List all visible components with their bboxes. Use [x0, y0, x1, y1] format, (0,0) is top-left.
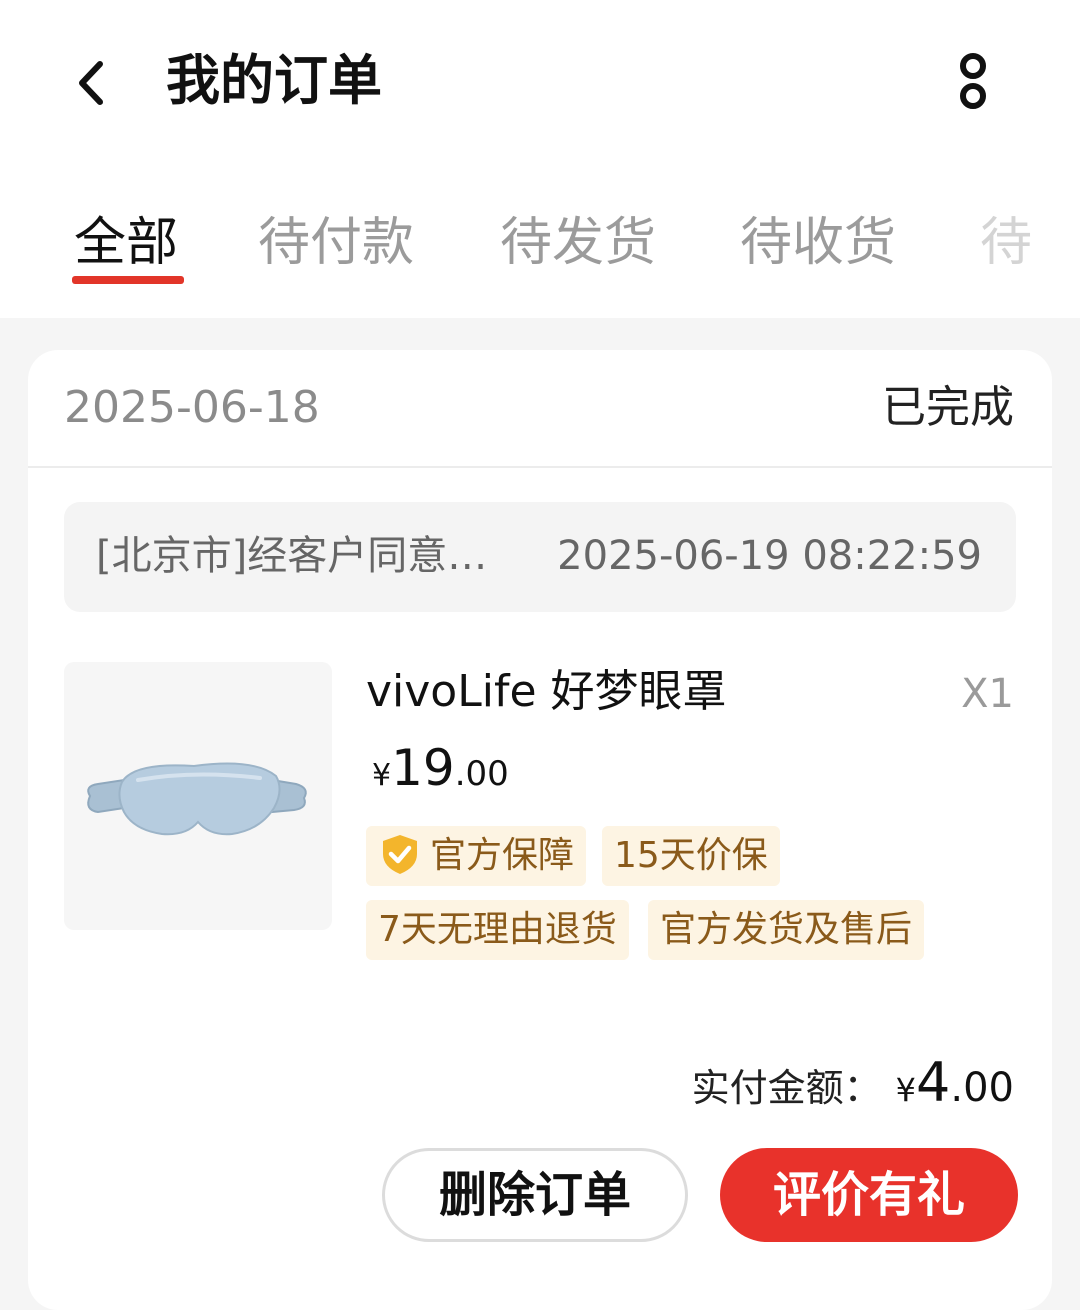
tab-all[interactable]: 全部 — [74, 212, 178, 274]
divider — [28, 466, 1052, 468]
product-price: ¥19.00 — [372, 738, 509, 810]
tag-official-guarantee: 官方保障 — [366, 826, 587, 886]
tab-pending-shipment[interactable]: 待发货 — [500, 212, 656, 274]
delete-order-button[interactable]: 删除订单 — [382, 1148, 688, 1242]
price-currency: ¥ — [372, 758, 392, 793]
paid-amount: 实付金额： ¥4.00 — [692, 1048, 1014, 1131]
tag-price-protection: 15天价保 — [602, 826, 780, 886]
tag-official-service: 官方发货及售后 — [648, 900, 925, 960]
product-quantity: X1 — [961, 671, 1014, 717]
paid-integer: 4 — [916, 1051, 951, 1114]
logistics-text: [北京市]经客户同意… — [96, 533, 488, 579]
shield-check-icon — [383, 835, 417, 874]
back-arrow-icon[interactable] — [70, 58, 120, 108]
order-status: 已完成 — [882, 382, 1014, 433]
paid-currency: ¥ — [895, 1071, 917, 1109]
product-name[interactable]: vivoLife 好梦眼罩 — [366, 662, 727, 722]
tag-label: 官方保障 — [430, 835, 575, 876]
order-card[interactable]: 2025-06-18 已完成 [北京市]经客户同意… 2025-06-19 08… — [28, 350, 1052, 1310]
page-title: 我的订单 — [166, 49, 382, 112]
tab-pending-receipt[interactable]: 待收货 — [740, 212, 896, 274]
paid-label: 实付金额： — [691, 1066, 882, 1110]
logistics-info[interactable]: [北京市]经客户同意… 2025-06-19 08:22:59 — [64, 502, 1016, 612]
top-bar: 我的订单 全部 待付款 待发货 待收货 待 — [0, 0, 1080, 318]
review-reward-button[interactable]: 评价有礼 — [720, 1148, 1018, 1242]
eye-mask-image — [87, 762, 307, 836]
product-image[interactable] — [64, 662, 332, 930]
price-decimal: .00 — [454, 754, 509, 794]
tag-return-policy: 7天无理由退货 — [366, 900, 629, 960]
tab-pending-payment[interactable]: 待付款 — [258, 212, 414, 274]
order-date: 2025-06-18 — [64, 382, 320, 433]
paid-decimal: .00 — [950, 1065, 1014, 1111]
logistics-time: 2025-06-19 08:22:59 — [557, 533, 982, 579]
order-status-tabs: 全部 待付款 待发货 待收货 待 — [0, 200, 1080, 290]
price-integer: 19 — [391, 739, 455, 797]
more-options-icon[interactable] — [948, 50, 998, 114]
active-tab-indicator — [72, 276, 184, 284]
tab-more-partial[interactable]: 待 — [980, 212, 1032, 274]
